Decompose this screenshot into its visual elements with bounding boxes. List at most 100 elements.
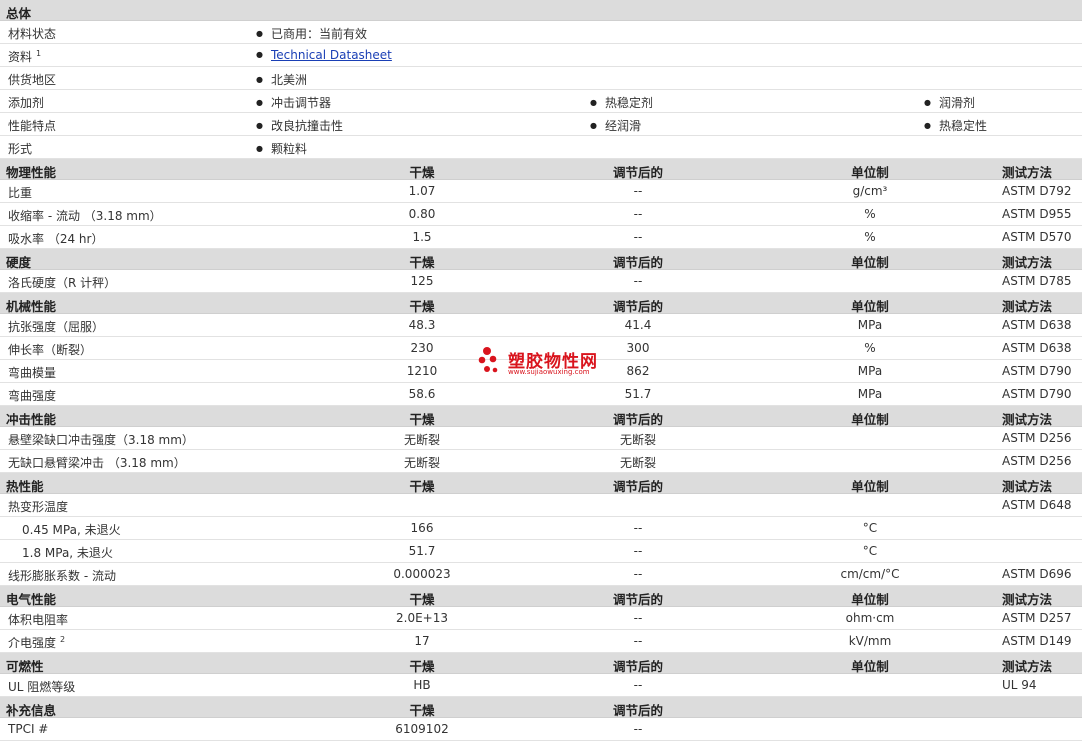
property-label-text: 介电强度 <box>8 636 57 650</box>
property-label-text: TPCI # <box>8 722 49 736</box>
column-header-conditioned: 调节后的 <box>612 255 663 270</box>
bullet-item: 改良抗撞击性 <box>256 117 343 134</box>
property-label: 弯曲强度 <box>8 387 56 404</box>
value-unit: °C <box>862 544 878 558</box>
section-header: 物理性能 干燥 调节后的 单位制 测试方法 <box>0 159 1082 180</box>
value-test-method: ASTM D256 <box>1002 431 1072 445</box>
value-test-method: ASTM D149 <box>1002 634 1072 648</box>
column-header-unit: 单位制 <box>851 659 889 674</box>
column-header-test: 测试方法 <box>1002 592 1053 607</box>
property-label: 悬壁梁缺口冲击强度（3.18 mm） <box>8 431 194 448</box>
value-dry: 1.5 <box>412 230 432 244</box>
property-label-text: 悬壁梁缺口冲击强度（3.18 mm） <box>8 433 194 447</box>
property-label-text: UL 阻燃等级 <box>8 680 76 694</box>
link-item: Technical Datasheet <box>256 48 392 62</box>
general-row: 形式 颗粒料 <box>0 136 1082 159</box>
value-conditioned: -- <box>633 634 643 648</box>
value-conditioned: -- <box>633 184 643 198</box>
property-label: 收缩率 - 流动 （3.18 mm） <box>8 207 162 224</box>
value-test-method: ASTM D792 <box>1002 184 1072 198</box>
section-title: 补充信息 <box>6 703 57 718</box>
technical-datasheet-link[interactable]: Technical Datasheet <box>271 48 392 62</box>
table-row: 洛氏硬度（R 计秤） 125 -- ASTM D785 <box>0 270 1082 293</box>
value-dry: HB <box>413 678 431 692</box>
general-row: 添加剂 冲击调节器 热稳定剂 润滑剂 <box>0 90 1082 113</box>
column-header-dry: 干燥 <box>409 659 435 674</box>
column-header-dry: 干燥 <box>409 165 435 180</box>
table-row: TPCI # 6109102 -- <box>0 718 1082 741</box>
column-header-test: 测试方法 <box>1002 479 1053 494</box>
value-unit: MPa <box>857 318 883 332</box>
row-label: 添加剂 <box>8 94 44 111</box>
property-label: UL 阻燃等级 <box>8 678 75 695</box>
column-header-test: 测试方法 <box>1002 412 1053 427</box>
bullet-item: 润滑剂 <box>924 94 975 111</box>
column-header-test: 测试方法 <box>1002 165 1053 180</box>
value-unit: MPa <box>857 364 883 378</box>
table-row: 线形膨胀系数 - 流动 0.000023 -- cm/cm/°C ASTM D696 <box>0 563 1082 586</box>
column-header-conditioned: 调节后的 <box>612 412 663 427</box>
property-label-text: 无缺口悬臂梁冲击 （3.18 mm） <box>8 456 186 470</box>
property-label-text: 洛氏硬度（R 计秤） <box>8 276 117 290</box>
section-title: 硬度 <box>6 255 32 270</box>
row-label: 性能特点 <box>8 117 56 134</box>
property-label: 0.45 MPa, 未退火 <box>22 521 121 538</box>
property-label-text: 收缩率 - 流动 （3.18 mm） <box>8 209 162 223</box>
general-row: 材料状态 已商用：当前有效 <box>0 21 1082 44</box>
value-unit: °C <box>862 521 878 535</box>
property-label: 体积电阻率 <box>8 611 68 628</box>
value-test-method: ASTM D648 <box>1002 498 1072 512</box>
column-header-dry: 干燥 <box>409 479 435 494</box>
bullet-item: 颗粒料 <box>256 140 307 157</box>
value-dry: 166 <box>410 521 434 535</box>
table-row: 无缺口悬臂梁冲击 （3.18 mm） 无断裂 无断裂 ASTM D256 <box>0 450 1082 473</box>
bullet-item: 已商用：当前有效 <box>256 25 367 42</box>
table-row: 弯曲强度 58.6 51.7 MPa ASTM D790 <box>0 383 1082 406</box>
property-label: 无缺口悬臂梁冲击 （3.18 mm） <box>8 454 186 471</box>
value-dry: 230 <box>410 341 434 355</box>
row-label: 供货地区 <box>8 71 56 88</box>
column-header-conditioned: 调节后的 <box>612 592 663 607</box>
value-dry: 无断裂 <box>403 456 440 470</box>
value-test-method: ASTM D785 <box>1002 274 1072 288</box>
value-test-method: ASTM D790 <box>1002 364 1072 378</box>
column-header-conditioned: 调节后的 <box>612 659 663 674</box>
bullet-item: 冲击调节器 <box>256 94 331 111</box>
property-label-text: 比重 <box>8 186 33 200</box>
value-dry: 0.000023 <box>393 567 451 581</box>
value-conditioned: 41.4 <box>624 318 652 332</box>
section-header-general: 总体 <box>0 0 1082 21</box>
column-header-dry: 干燥 <box>409 299 435 314</box>
property-label-text: 1.8 MPa, 未退火 <box>22 546 113 560</box>
table-row: 吸水率 （24 hr） 1.5 --% ASTM D570 <box>0 226 1082 249</box>
value-conditioned: 51.7 <box>624 387 652 401</box>
footnote-marker: 2 <box>60 635 66 644</box>
table-row: UL 阻燃等级 HB -- UL 94 <box>0 674 1082 697</box>
table-row: 收缩率 - 流动 （3.18 mm） 0.80 --% ASTM D955 <box>0 203 1082 226</box>
value-test-method: ASTM D256 <box>1002 454 1072 468</box>
column-header-unit: 单位制 <box>851 165 889 180</box>
value-dry: 125 <box>410 274 434 288</box>
value-dry: 6109102 <box>395 722 449 736</box>
value-conditioned: -- <box>633 230 643 244</box>
value-unit: kV/mm <box>848 634 892 648</box>
section-title: 冲击性能 <box>6 412 57 427</box>
bullet-item: 热稳定剂 <box>590 94 653 111</box>
property-label: 洛氏硬度（R 计秤） <box>8 274 116 291</box>
watermark-logo: 塑胶物性网 www.sujiaowuxing.com <box>478 346 608 380</box>
property-label-text: 弯曲模量 <box>8 366 57 380</box>
table-row: 0.45 MPa, 未退火 166 -- °C <box>0 517 1082 540</box>
table-row: 1.8 MPa, 未退火 51.7 -- °C <box>0 540 1082 563</box>
column-header-conditioned: 调节后的 <box>612 299 663 314</box>
bullet-item: 经润滑 <box>590 117 641 134</box>
column-header-dry: 干燥 <box>409 703 435 718</box>
value-test-method: ASTM D790 <box>1002 387 1072 401</box>
property-label: 1.8 MPa, 未退火 <box>22 544 113 561</box>
row-label-text: 供货地区 <box>8 73 57 87</box>
general-row: 资料1 Technical Datasheet <box>0 44 1082 67</box>
table-row: 体积电阻率 2.0E+13 -- ohm·cm ASTM D257 <box>0 607 1082 630</box>
value-conditioned: -- <box>633 567 643 581</box>
logo-dots-icon <box>478 347 498 373</box>
value-dry: 1210 <box>406 364 438 378</box>
property-label: 介电强度 2 <box>8 634 65 651</box>
